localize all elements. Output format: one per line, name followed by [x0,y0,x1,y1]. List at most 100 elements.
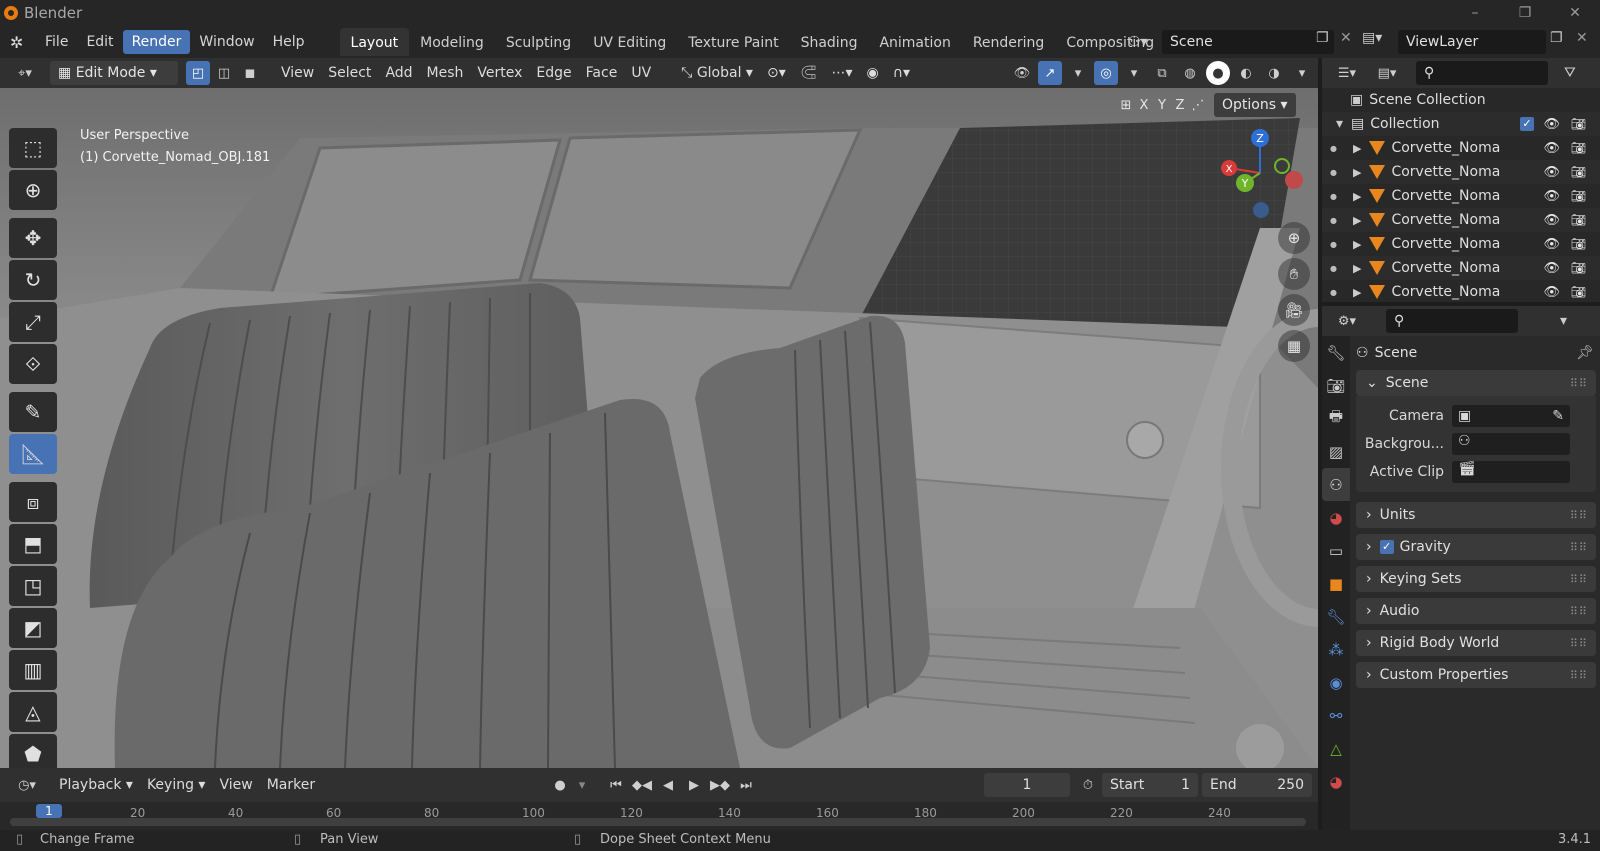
render-camera-icon[interactable]: 📷︎ [1571,141,1586,155]
outliner-search-input[interactable]: ⚲ [1416,61,1548,85]
mode-dropdown[interactable]: ▦ Edit Mode ▾ [50,61,178,85]
outliner-object-row[interactable]: ● ▶ Corvette_Noma 👁︎ 📷︎ [1322,208,1600,232]
menu-playback[interactable]: Playback ▾ [52,773,140,797]
panel-custom-properties[interactable]: › Custom Properties ⠿⠿ [1356,662,1596,688]
visibility-icon[interactable]: 👁︎ [1010,61,1034,85]
scene-tab-icon[interactable]: ⚇ [1322,468,1350,501]
timeline-scrollbar[interactable] [10,818,1306,826]
properties-search-input[interactable]: ⚲ [1386,309,1518,333]
background-scene-field[interactable]: ⚇ [1452,433,1570,455]
material-shading-icon[interactable]: ◐ [1234,61,1258,85]
inset-icon[interactable]: ◳ [9,566,57,606]
new-viewlayer-icon[interactable]: ❐ [1550,30,1563,46]
properties-editor-type-icon[interactable]: ⚙▾ [1330,309,1364,333]
drag-grip-icon[interactable]: ⠿⠿ [1570,669,1588,682]
collection-checkbox[interactable]: ✓ [1520,117,1534,131]
editor-type-icon[interactable]: ⌖▾ [8,61,42,85]
render-camera-icon[interactable]: 📷︎ [1571,117,1586,131]
menu-file[interactable]: File [36,30,77,54]
overlay-dropdown-icon[interactable]: ▾ [1122,61,1146,85]
render-camera-icon[interactable]: 📷︎ [1571,285,1586,299]
drag-grip-icon[interactable]: ⠿⠿ [1570,605,1588,618]
menu-mesh[interactable]: Mesh [420,61,471,85]
scene-panel-header[interactable]: ⌄ Scene ⠿⠿ [1356,370,1596,396]
poly-build-icon[interactable]: ⬟ [9,734,57,768]
extrude-icon[interactable]: ⬒ [9,524,57,564]
menu-marker[interactable]: Marker [260,773,322,797]
tab-rendering[interactable]: Rendering [962,28,1056,56]
camera-field[interactable]: ▣ ✎ [1452,405,1570,427]
menu-select[interactable]: Select [321,61,378,85]
data-tab-icon[interactable]: △ [1322,732,1350,765]
menu-help[interactable]: Help [264,30,314,54]
annotate-icon[interactable]: ✎ [9,392,57,432]
auto-keying-icon[interactable]: ● [548,773,572,797]
menu-vertex[interactable]: Vertex [470,61,529,85]
visibility-eye-icon[interactable]: 👁︎ [1543,213,1560,228]
falloff-icon[interactable]: ∩▾ [886,61,917,85]
panel-audio[interactable]: › Audio ⠿⠿ [1356,598,1596,624]
solid-shading-icon[interactable]: ● [1206,61,1230,85]
camera-view-icon[interactable]: 🎥︎ [1278,294,1310,326]
tool-tab-icon[interactable]: 🔧︎ [1322,336,1350,369]
expand-arrow-icon[interactable]: ▶ [1353,262,1361,275]
viewlayer-field[interactable]: ViewLayer [1398,30,1546,54]
render-camera-icon[interactable]: 📷︎ [1571,261,1586,275]
playhead[interactable]: 1 [36,804,62,818]
cursor-icon[interactable]: ⊕ [9,170,57,210]
delete-viewlayer-icon[interactable]: ✕ [1576,30,1588,46]
render-tab-icon[interactable]: 📷︎ [1322,369,1350,402]
snap-target-icon[interactable]: ⋯▾ [825,61,860,85]
mirror-z[interactable]: Z [1172,98,1188,113]
panel-keying-sets[interactable]: › Keying Sets ⠿⠿ [1356,566,1596,592]
outliner-object-row[interactable]: ● ▶ Corvette_Noma 👁︎ 📷︎ [1322,136,1600,160]
start-frame-field[interactable]: Start 1 [1102,773,1198,797]
drag-grip-icon[interactable]: ⠿⠿ [1570,509,1588,522]
drag-grip-icon[interactable]: ⠿⠿ [1570,377,1588,390]
menu-render[interactable]: Render [122,30,191,54]
menu-uv[interactable]: UV [624,61,658,85]
new-scene-icon[interactable]: ❐ [1316,30,1329,46]
menu-face[interactable]: Face [579,61,625,85]
tab-sculpting[interactable]: Sculpting [495,28,582,56]
render-camera-icon[interactable]: 📷︎ [1571,165,1586,179]
menu-add[interactable]: Add [378,61,419,85]
select-box-icon[interactable]: ⬚ [9,128,57,168]
object-tab-icon[interactable]: ■ [1322,567,1350,600]
gizmo-toggle-icon[interactable]: ↗ [1038,61,1062,85]
options-dropdown[interactable]: Options ▾ [1214,93,1296,117]
visibility-eye-icon[interactable]: 👁︎ [1543,237,1560,252]
timeline-ruler[interactable]: 20 40 60 80 100 120 140 160 180 200 220 240 1 [0,802,1318,830]
scene-collection-row[interactable]: ▣ Scene Collection [1322,88,1600,112]
rotate-icon[interactable]: ↻ [9,260,57,300]
mirror-y[interactable]: Y [1154,98,1170,113]
zoom-icon[interactable]: ⊕ [1278,222,1310,254]
expand-arrow-icon[interactable]: ▶ [1353,286,1361,299]
navigation-gizmo[interactable]: Z X Y [1215,128,1305,218]
jump-start-icon[interactable]: ⏮ [604,773,628,797]
tab-texture-paint[interactable]: Texture Paint [677,28,789,56]
visibility-eye-icon[interactable]: 👁︎ [1543,285,1560,300]
jump-end-icon[interactable]: ⏭ [734,773,758,797]
outliner-object-row[interactable]: ● ▶ Corvette_Noma 👁︎ 📷︎ [1322,280,1600,302]
vertex-select-icon[interactable]: ◰ [186,61,210,85]
xray-icon[interactable]: ⧉ [1150,61,1174,85]
prev-keyframe-icon[interactable]: ◆◀ [630,773,654,797]
drag-grip-icon[interactable]: ⠿⠿ [1570,637,1588,650]
shading-dropdown-icon[interactable]: ▾ [1290,61,1314,85]
view-layer-tab-icon[interactable]: ▨ [1322,435,1350,468]
visibility-eye-icon[interactable]: 👁︎ [1543,189,1560,204]
minimize-button[interactable]: – [1450,0,1500,26]
move-icon[interactable]: ✥ [9,218,57,258]
visibility-eye-icon[interactable]: 👁︎ [1543,141,1560,156]
mirror-options-icon[interactable]: ⊞ [1118,98,1134,113]
drag-grip-icon[interactable]: ⠿⠿ [1570,541,1588,554]
play-reverse-icon[interactable]: ◀ [656,773,680,797]
menu-edge[interactable]: Edge [529,61,578,85]
add-cube-icon[interactable]: ⧈ [9,482,57,522]
wireframe-shading-icon[interactable]: ◍ [1178,61,1202,85]
visibility-eye-icon[interactable]: 👁︎ [1543,261,1560,276]
collapse-arrow-icon[interactable]: ▾ [1336,116,1343,132]
expand-arrow-icon[interactable]: ▶ [1353,214,1361,227]
expand-arrow-icon[interactable]: ▶ [1353,166,1361,179]
